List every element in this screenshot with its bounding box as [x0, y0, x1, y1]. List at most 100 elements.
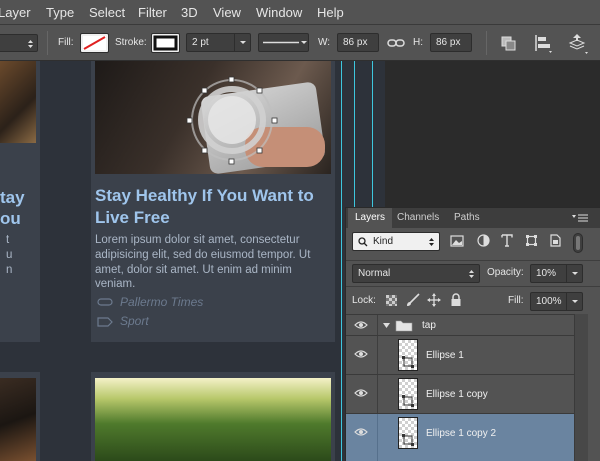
height-label: H: [413, 37, 423, 48]
layer-row[interactable]: Ellipse 1 [346, 335, 574, 375]
move-icon[interactable] [427, 293, 441, 307]
card-left-title-line2: ou [0, 209, 21, 228]
menu-window[interactable]: Window [256, 5, 302, 20]
path-arrangement-button[interactable] [565, 31, 589, 55]
options-bar: Fill: Stroke: 2 pt W: 86 px H: 86 px [0, 25, 600, 61]
lock-icon[interactable] [450, 293, 462, 307]
lock-transparent-icon[interactable] [386, 295, 397, 306]
opacity-label: Opacity: [487, 267, 524, 278]
adjustment-filter-icon[interactable] [477, 234, 490, 247]
type-filter-icon[interactable] [501, 234, 513, 247]
article-category[interactable]: Sport [120, 314, 149, 328]
divider [377, 315, 378, 336]
fill-opacity-value: 100% [536, 296, 562, 307]
fill-label: Fill: [58, 37, 74, 48]
divider [486, 31, 487, 55]
menu-filter[interactable]: Filter [138, 5, 167, 20]
layer-name: Ellipse 1 copy [426, 389, 488, 400]
opacity-slider-button[interactable] [566, 265, 582, 282]
layer-name: Ellipse 1 [426, 350, 464, 361]
chevron-down-icon [240, 41, 246, 44]
shape-mode-select[interactable] [0, 34, 38, 52]
eye-icon[interactable] [354, 388, 368, 398]
card-bottom-image [95, 378, 331, 461]
layer-thumbnail [398, 378, 418, 410]
filter-kind-value: Kind [373, 236, 394, 247]
group-name: tap [422, 320, 436, 331]
stroke-width-dropdown[interactable] [234, 34, 250, 51]
menu-type[interactable]: Type [46, 5, 74, 20]
width-field[interactable]: 86 px [337, 33, 379, 52]
fill-slider-button[interactable] [566, 293, 582, 310]
eye-icon[interactable] [354, 320, 368, 330]
layer-row-selected[interactable]: Ellipse 1 copy 2 [346, 413, 574, 461]
card-left-image [0, 61, 36, 143]
card-left-body-line1: t [6, 234, 10, 246]
divider [377, 336, 378, 375]
tab-channels[interactable]: Channels [390, 208, 446, 228]
stroke-label: Stroke: [115, 37, 147, 48]
expand-triangle-icon[interactable] [382, 322, 391, 329]
path-operations-icon [501, 36, 516, 51]
filter-toggle[interactable] [573, 233, 583, 253]
blend-mode-select[interactable]: Normal [352, 264, 480, 283]
article-title-line1: Stay Healthy If You Want to [95, 186, 314, 205]
tab-layers[interactable]: Layers [348, 208, 393, 228]
panel-tabs: Layers Channels Paths [346, 208, 600, 228]
stroke-width-field[interactable]: 2 pt [186, 33, 251, 52]
path-alignment-icon [535, 35, 552, 53]
smart-object-filter-icon[interactable] [549, 234, 561, 247]
path-arrangement-icon [568, 34, 588, 54]
fill-swatch[interactable] [80, 33, 109, 53]
eye-icon[interactable] [354, 349, 368, 359]
divider [377, 375, 378, 414]
layers-scrollbar[interactable] [574, 314, 588, 461]
article-source[interactable]: Pallermo Times [120, 295, 203, 309]
guide-line [341, 61, 342, 461]
chevron-down-icon [572, 272, 578, 275]
stroke-swatch[interactable] [151, 33, 180, 53]
eye-icon[interactable] [354, 427, 368, 437]
photoshop-window: Layer Type Select Filter 3D View Window … [0, 0, 600, 461]
panel-menu-icon[interactable] [571, 214, 589, 223]
divider [47, 31, 48, 55]
card-left-body-line3: n [6, 264, 13, 276]
card-left-body-line2: u [6, 249, 13, 261]
shape-filter-icon[interactable] [525, 234, 538, 247]
lock-label: Lock: [352, 295, 376, 306]
card-bottom-left-image [0, 378, 36, 461]
layer-row[interactable]: Ellipse 1 copy [346, 374, 574, 414]
height-field[interactable]: 86 px [430, 33, 472, 52]
menu-help[interactable]: Help [317, 5, 344, 20]
updown-arrows-icon [429, 238, 434, 246]
blend-row: Normal Opacity: 10% [346, 260, 600, 286]
link-icon [97, 298, 113, 306]
menu-3d[interactable]: 3D [181, 5, 198, 20]
chevron-down-icon [572, 300, 578, 303]
menu-layer[interactable]: Layer [0, 5, 31, 20]
fill-opacity-field[interactable]: 100% [530, 292, 583, 311]
no-fill-icon [83, 36, 106, 50]
stroke-type-dropdown[interactable] [258, 33, 309, 52]
path-operations-button[interactable] [497, 31, 521, 55]
article-body-line1: Lorem ipsum dolor sit amet, consectetur [95, 234, 300, 246]
layer-thumbnail [398, 339, 418, 371]
menu-select[interactable]: Select [89, 5, 125, 20]
link-dimensions-button[interactable] [384, 31, 408, 55]
filter-kind-select[interactable]: Kind [352, 232, 440, 251]
layers-panel: Layers Channels Paths Kind Normal Opacit… [345, 207, 600, 461]
layer-group-row[interactable]: tap [346, 314, 574, 336]
brush-icon[interactable] [406, 293, 420, 307]
width-value: 86 px [343, 37, 368, 48]
tab-paths[interactable]: Paths [447, 208, 487, 228]
menu-view[interactable]: View [213, 5, 241, 20]
opacity-value: 10% [536, 268, 557, 279]
opacity-field[interactable]: 10% [530, 264, 583, 283]
path-alignment-button[interactable] [531, 31, 555, 55]
article-card: Stay Healthy If You Want to Live Free Lo… [91, 61, 335, 342]
ellipse-selection[interactable] [183, 73, 283, 173]
image-filter-icon[interactable] [450, 235, 464, 247]
filter-row: Kind [346, 228, 600, 260]
vector-mask-icon [402, 434, 414, 446]
updown-arrows-icon [469, 270, 474, 278]
